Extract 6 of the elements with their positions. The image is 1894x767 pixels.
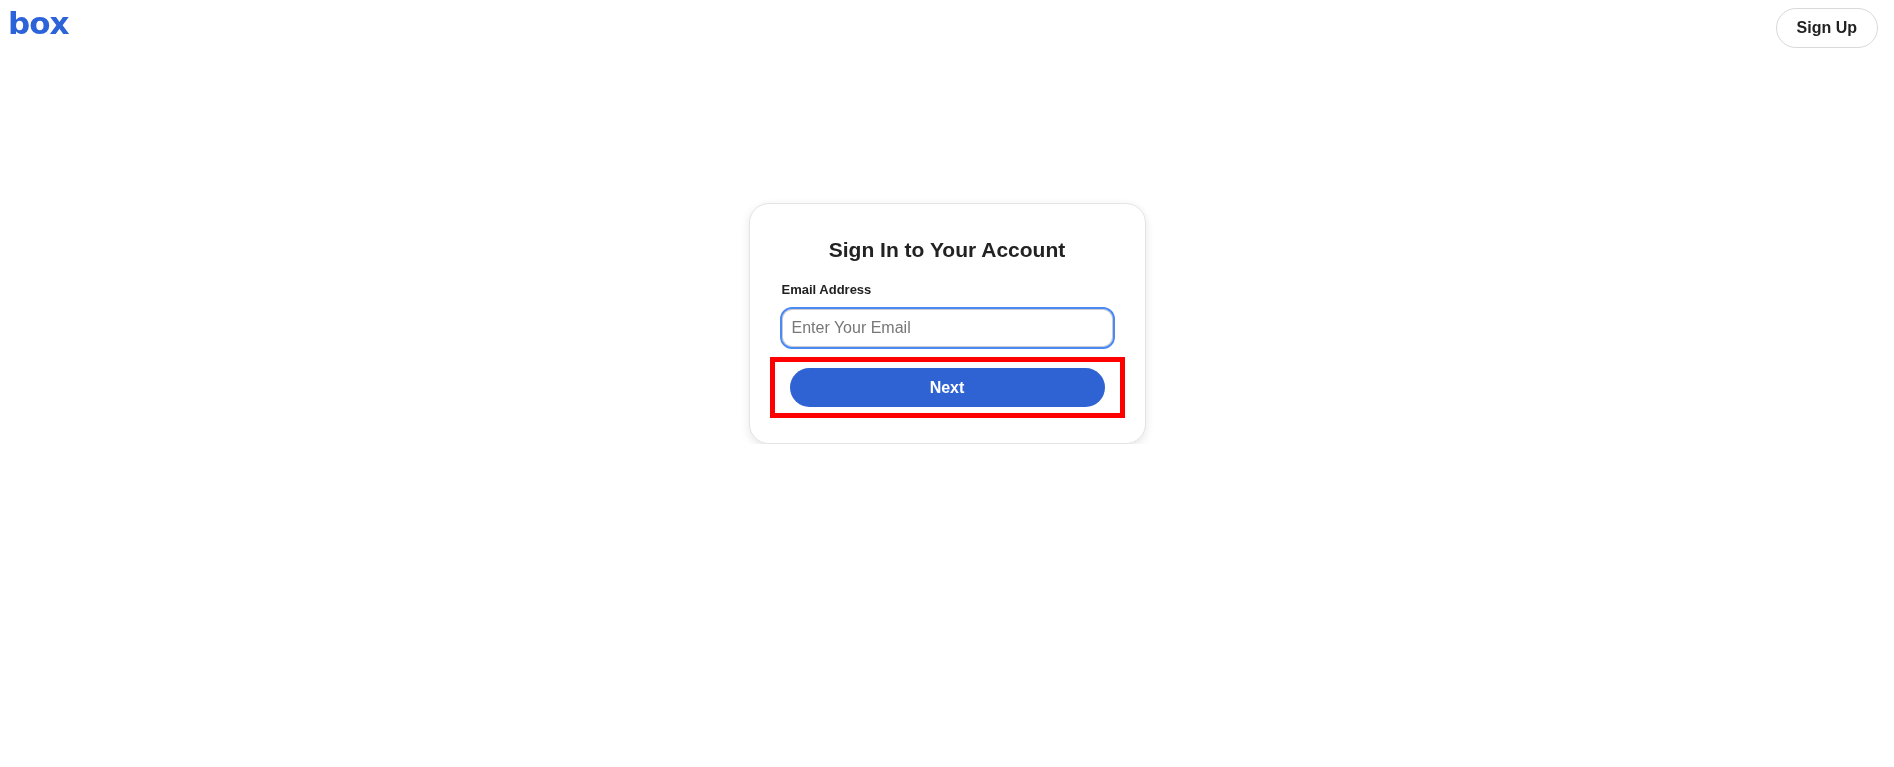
sign-up-button[interactable]: Sign Up — [1775, 8, 1878, 48]
email-field[interactable]: Enter Your Email — [779, 307, 1115, 349]
email-label: Email Address — [781, 282, 873, 297]
card-title: Sign In to Your Account — [827, 238, 1067, 262]
next-button[interactable]: Next — [789, 368, 1105, 407]
logo[interactable]: box — [8, 6, 69, 40]
